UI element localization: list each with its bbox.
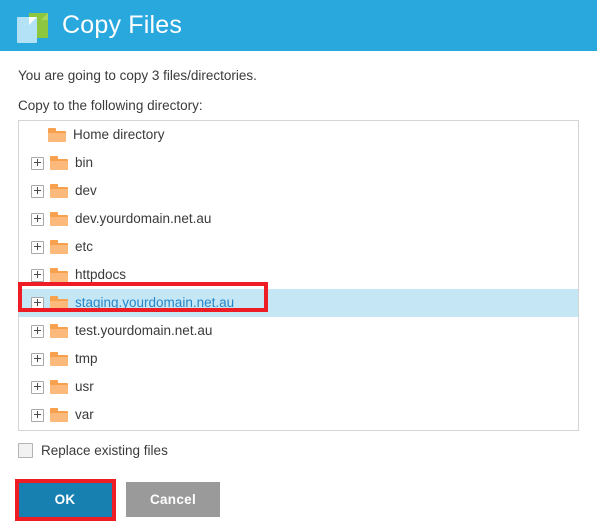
tree-row-label: httpdocs bbox=[75, 267, 127, 283]
dialog-title: Copy Files bbox=[62, 11, 183, 39]
replace-existing-label: Replace existing files bbox=[41, 443, 168, 458]
ok-button[interactable]: OK bbox=[18, 482, 112, 517]
tree-row[interactable]: tmp bbox=[19, 345, 578, 373]
tree-row[interactable]: httpdocs bbox=[19, 261, 578, 289]
copy-summary-text: You are going to copy 3 files/directorie… bbox=[18, 68, 257, 83]
copy-files-icon bbox=[14, 9, 52, 43]
folder-icon bbox=[50, 184, 68, 198]
tree-row-label: dev bbox=[75, 183, 97, 199]
tree-row-label: etc bbox=[75, 239, 94, 255]
directory-tree[interactable]: Home directory bin dev dev.yourdomain.net.a… bbox=[18, 120, 579, 431]
expand-plus-icon[interactable] bbox=[31, 156, 44, 170]
tree-row[interactable]: staging.yourdomain.net.au bbox=[19, 289, 578, 317]
dialog-button-row: OK Cancel bbox=[18, 482, 579, 517]
expand-plus-icon[interactable] bbox=[31, 352, 44, 366]
tree-row[interactable]: test.yourdomain.net.au bbox=[19, 317, 578, 345]
expand-plus-icon[interactable] bbox=[31, 268, 44, 282]
cancel-button[interactable]: Cancel bbox=[126, 482, 220, 517]
expand-plus-icon[interactable] bbox=[31, 240, 44, 254]
tree-row[interactable]: Home directory bbox=[19, 121, 578, 149]
tree-row-label: usr bbox=[75, 379, 94, 395]
tree-row[interactable]: bin bbox=[19, 149, 578, 177]
tree-row[interactable]: usr bbox=[19, 373, 578, 401]
tree-row[interactable]: etc bbox=[19, 233, 578, 261]
folder-icon bbox=[50, 408, 68, 422]
folder-icon bbox=[50, 268, 68, 282]
folder-icon bbox=[50, 352, 68, 366]
tree-row-label: tmp bbox=[75, 351, 98, 367]
tree-row[interactable]: var bbox=[19, 401, 578, 429]
tree-row[interactable]: dev.yourdomain.net.au bbox=[19, 205, 578, 233]
folder-icon bbox=[50, 156, 68, 170]
dialog-body: You are going to copy 3 files/directorie… bbox=[0, 68, 597, 517]
folder-icon bbox=[50, 240, 68, 254]
expand-plus-icon[interactable] bbox=[31, 380, 44, 394]
folder-icon bbox=[50, 296, 68, 310]
tree-row-label: test.yourdomain.net.au bbox=[75, 323, 213, 339]
expand-plus-icon[interactable] bbox=[31, 408, 44, 422]
tree-row-label: Home directory bbox=[73, 127, 165, 143]
dialog-titlebar: Copy Files bbox=[0, 0, 597, 51]
folder-icon bbox=[50, 380, 68, 394]
folder-icon bbox=[50, 212, 68, 226]
folder-icon bbox=[48, 128, 66, 142]
tree-row-label: dev.yourdomain.net.au bbox=[75, 211, 212, 227]
tree-row-label: bin bbox=[75, 155, 94, 171]
folder-icon bbox=[50, 324, 68, 338]
expand-plus-icon[interactable] bbox=[31, 296, 44, 310]
expand-plus-icon[interactable] bbox=[31, 184, 44, 198]
directory-prompt-label: Copy to the following directory: bbox=[18, 98, 203, 113]
replace-existing-checkbox[interactable] bbox=[18, 443, 33, 458]
tree-row-label: var bbox=[75, 407, 94, 423]
tree-row-label: staging.yourdomain.net.au bbox=[75, 295, 235, 311]
expand-plus-icon[interactable] bbox=[31, 324, 44, 338]
replace-existing-row[interactable]: Replace existing files bbox=[18, 443, 579, 458]
tree-row[interactable]: dev bbox=[19, 177, 578, 205]
expand-plus-icon[interactable] bbox=[31, 212, 44, 226]
